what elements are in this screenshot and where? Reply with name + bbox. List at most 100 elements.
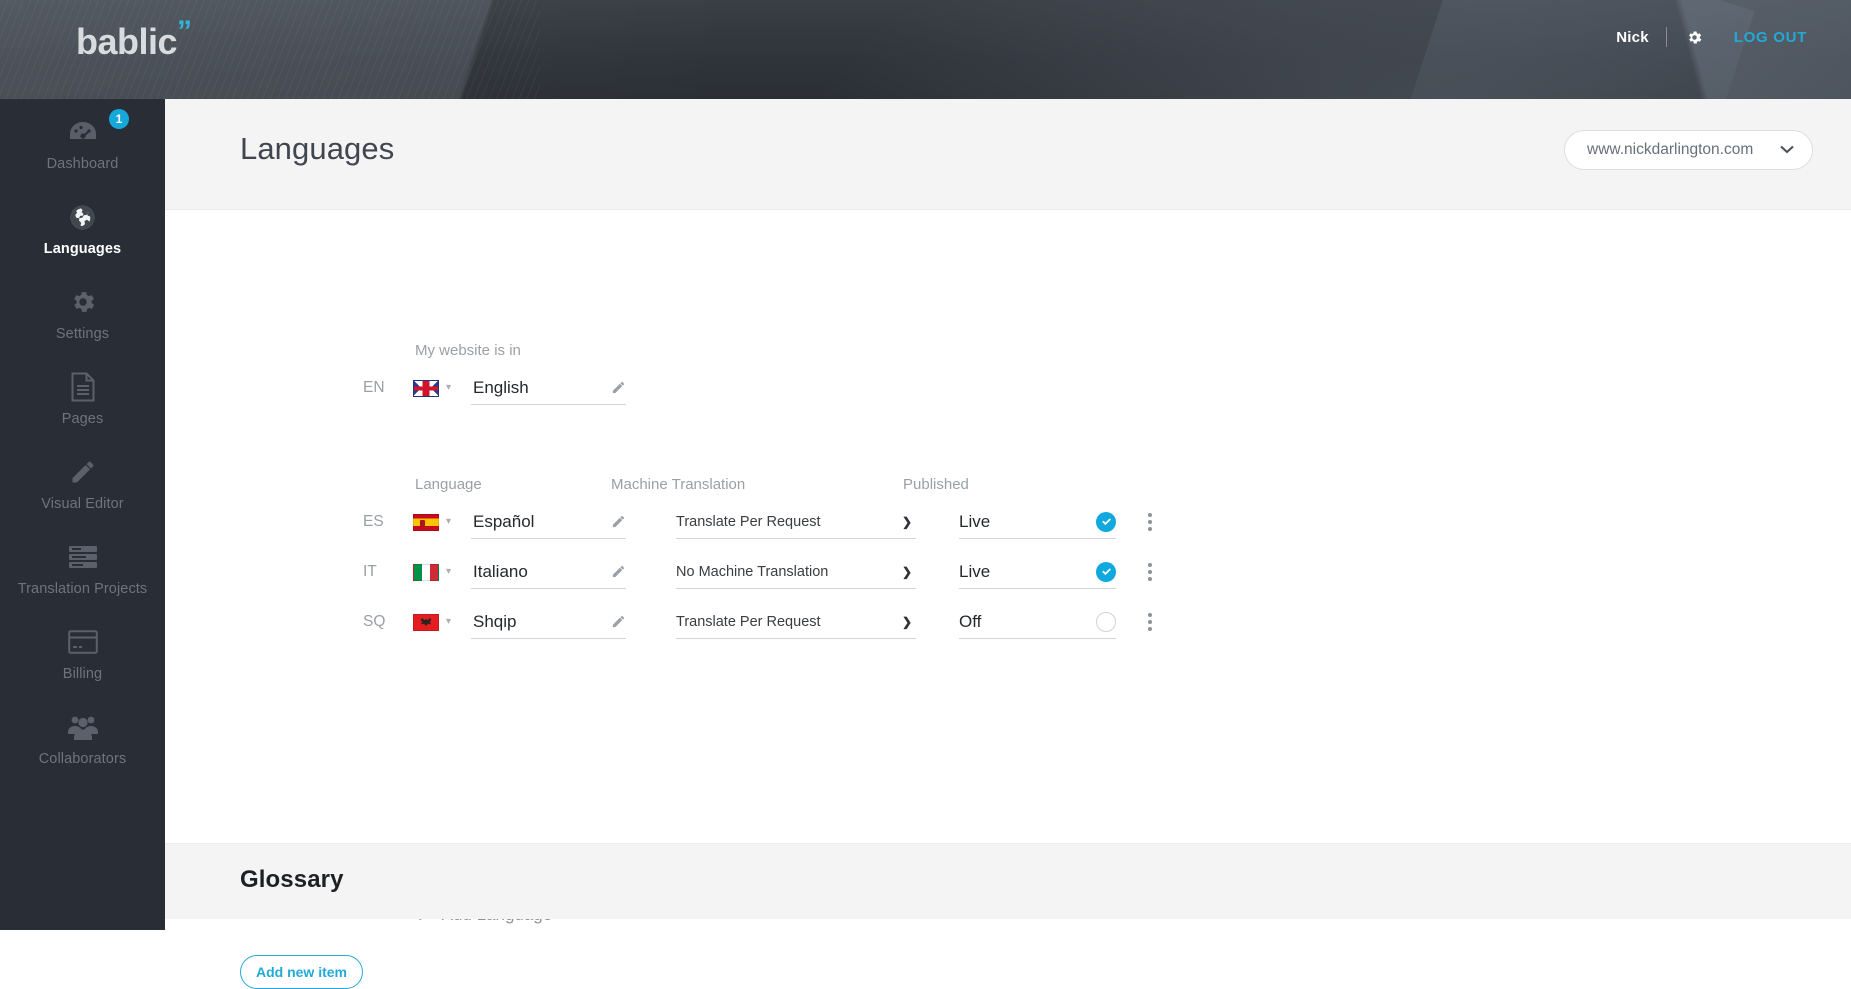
sidebar-item-settings[interactable]: Settings	[0, 269, 165, 354]
header-divider	[1665, 27, 1667, 47]
sidebar-item-label: Collaborators	[38, 751, 127, 767]
header-user-controls: Nick LOG OUT	[1616, 26, 1807, 48]
gear-icon	[0, 285, 165, 319]
server-list-icon	[0, 540, 165, 574]
flag-selector[interactable]: ▾	[413, 379, 471, 397]
sidebar-item-languages[interactable]: Languages	[0, 184, 165, 269]
pencil-icon[interactable]	[611, 614, 626, 629]
column-header-language: Language	[415, 476, 482, 493]
logo-quote-mark: ”	[177, 15, 192, 48]
flag-selector[interactable]: ▾	[413, 563, 471, 581]
page-title: Languages	[240, 131, 395, 166]
top-header-bar: bablic” Nick LOG OUT	[0, 0, 1851, 99]
published-field: Live	[959, 556, 1116, 589]
machine-translation-field[interactable]: No Machine Translation ❯	[676, 556, 916, 589]
chevron-down-icon: ❯	[901, 564, 912, 579]
dashboard-gauge-icon: 1	[0, 109, 165, 149]
flag-icon-sq	[413, 613, 439, 631]
sidebar-item-label: Visual Editor	[41, 496, 124, 512]
row-options-menu[interactable]	[1139, 611, 1161, 633]
sidebar-item-label: Translation Projects	[17, 581, 148, 597]
language-code: ES	[363, 513, 384, 530]
flag-icon-it	[413, 563, 439, 581]
language-code: SQ	[363, 613, 386, 630]
dashboard-badge: 1	[109, 109, 129, 129]
source-language-name-field[interactable]	[471, 372, 626, 405]
chevron-down-icon	[1780, 141, 1794, 159]
language-name-input[interactable]	[473, 611, 611, 632]
user-name-label: Nick	[1616, 28, 1649, 46]
add-new-item-button[interactable]: Add new item	[240, 955, 363, 989]
sidebar-navigation: 1 Dashboard Languages Settings Pages Vis…	[0, 99, 165, 930]
published-status-label: Off	[959, 611, 982, 631]
page-header-band: Languages www.nickdarlington.com	[165, 99, 1851, 210]
machine-translation-value[interactable]: Translate Per Request	[676, 514, 896, 530]
sidebar-item-label: Settings	[55, 326, 110, 342]
sidebar-item-dashboard[interactable]: 1 Dashboard	[0, 99, 165, 184]
logo-text: bablic	[76, 21, 178, 62]
sidebar-item-label: Dashboard	[46, 156, 119, 172]
glossary-section-header: Glossary	[165, 843, 1851, 919]
globe-icon	[0, 200, 165, 234]
chevron-down-icon: ❯	[901, 514, 912, 529]
table-row: SQ ▾ Translate Per Request ❯ Off	[363, 600, 1161, 644]
pencil-icon[interactable]	[611, 564, 626, 579]
language-name-field[interactable]	[471, 606, 626, 639]
glossary-title: Glossary	[240, 866, 344, 893]
document-icon	[0, 370, 165, 404]
pencil-icon[interactable]	[611, 380, 626, 395]
published-toggle[interactable]	[1096, 561, 1116, 582]
site-selector-dropdown[interactable]: www.nickdarlington.com	[1564, 130, 1813, 170]
sidebar-item-label: Billing	[62, 666, 103, 682]
sidebar-item-billing[interactable]: Billing	[0, 609, 165, 694]
row-options-menu[interactable]	[1139, 511, 1161, 533]
table-row: ES ▾ Translate Per Request ❯ Live	[363, 500, 1161, 544]
sidebar-item-visual-editor[interactable]: Visual Editor	[0, 439, 165, 524]
published-status-label: Live	[959, 561, 991, 581]
sidebar-item-label: Pages	[61, 411, 104, 427]
source-language-header: My website is in	[415, 342, 521, 359]
source-language-row: EN ▾	[363, 366, 626, 410]
published-toggle[interactable]	[1096, 511, 1116, 532]
flag-icon-es	[413, 513, 439, 531]
machine-translation-field[interactable]: Translate Per Request ❯	[676, 506, 916, 539]
language-name-input[interactable]	[473, 511, 611, 532]
flag-selector[interactable]: ▾	[413, 613, 471, 631]
machine-translation-value[interactable]: Translate Per Request	[676, 614, 896, 630]
language-name-input[interactable]	[473, 561, 611, 582]
bablic-logo[interactable]: bablic”	[76, 15, 192, 62]
published-toggle[interactable]	[1096, 611, 1116, 632]
flag-icon-gb	[413, 379, 439, 397]
machine-translation-field[interactable]: Translate Per Request ❯	[676, 606, 916, 639]
sidebar-item-translation-projects[interactable]: Translation Projects	[0, 524, 165, 609]
pencil-icon	[0, 455, 165, 489]
main-content: Languages www.nickdarlington.com My webs…	[165, 99, 1851, 989]
column-header-published: Published	[903, 476, 969, 493]
column-header-machine-translation: Machine Translation	[611, 476, 746, 493]
chevron-down-icon: ❯	[901, 614, 912, 629]
language-name-field[interactable]	[471, 506, 626, 539]
flag-selector[interactable]: ▾	[413, 513, 471, 531]
source-language-name-input[interactable]	[473, 377, 611, 398]
language-code: EN	[363, 379, 385, 396]
logout-link[interactable]: LOG OUT	[1734, 29, 1807, 46]
machine-translation-value[interactable]: No Machine Translation	[676, 564, 896, 580]
chevron-down-icon: ▾	[446, 382, 452, 393]
language-code: IT	[363, 563, 377, 580]
sidebar-item-label: Languages	[43, 241, 122, 257]
gear-icon[interactable]	[1684, 26, 1706, 48]
chevron-down-icon: ▾	[446, 616, 452, 627]
sidebar-item-collaborators[interactable]: Collaborators	[0, 694, 165, 779]
header-background-image	[0, 0, 1851, 99]
language-name-field[interactable]	[471, 556, 626, 589]
chevron-down-icon: ▾	[446, 566, 452, 577]
credit-card-icon	[0, 625, 165, 659]
people-group-icon	[0, 710, 165, 744]
chevron-down-icon: ▾	[446, 516, 452, 527]
published-field: Live	[959, 506, 1116, 539]
pencil-icon[interactable]	[611, 514, 626, 529]
published-status-label: Live	[959, 511, 991, 531]
sidebar-item-pages[interactable]: Pages	[0, 354, 165, 439]
site-selector-value: www.nickdarlington.com	[1587, 141, 1754, 158]
row-options-menu[interactable]	[1139, 561, 1161, 583]
